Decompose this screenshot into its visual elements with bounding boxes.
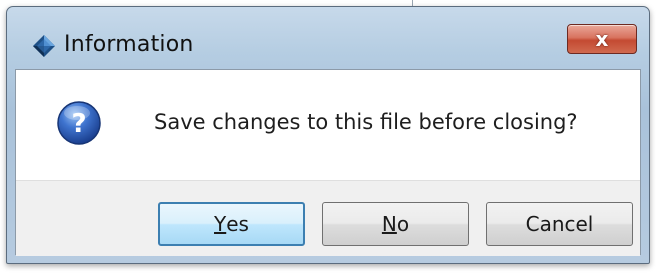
title-bar[interactable]: Information x	[7, 7, 649, 69]
svg-text:?: ?	[71, 109, 86, 139]
button-bar: Yes No Cancel	[16, 180, 640, 256]
message-text: Save changes to this file before closing…	[154, 110, 578, 134]
yes-label-rest: es	[226, 212, 249, 236]
dialog-content: ? Save changes to this file before closi…	[15, 69, 641, 256]
no-mnemonic: N	[381, 212, 397, 236]
cancel-button[interactable]: Cancel	[486, 202, 633, 246]
dialog-title: Information	[64, 32, 194, 57]
yes-button[interactable]: Yes	[158, 202, 305, 246]
close-icon: x	[595, 27, 609, 51]
cancel-label: Cancel	[525, 212, 594, 236]
no-label-rest: o	[396, 212, 410, 236]
no-button[interactable]: No	[322, 202, 469, 246]
information-dialog: Information x ? Save changes to this fil…	[6, 6, 650, 264]
question-icon: ?	[57, 101, 101, 145]
close-button[interactable]: x	[567, 24, 637, 54]
message-area: ? Save changes to this file before closi…	[16, 70, 640, 180]
diamond-app-icon	[33, 35, 55, 57]
screen: Information x ? Save changes to this fil…	[0, 0, 656, 273]
yes-mnemonic: Y	[214, 212, 227, 236]
